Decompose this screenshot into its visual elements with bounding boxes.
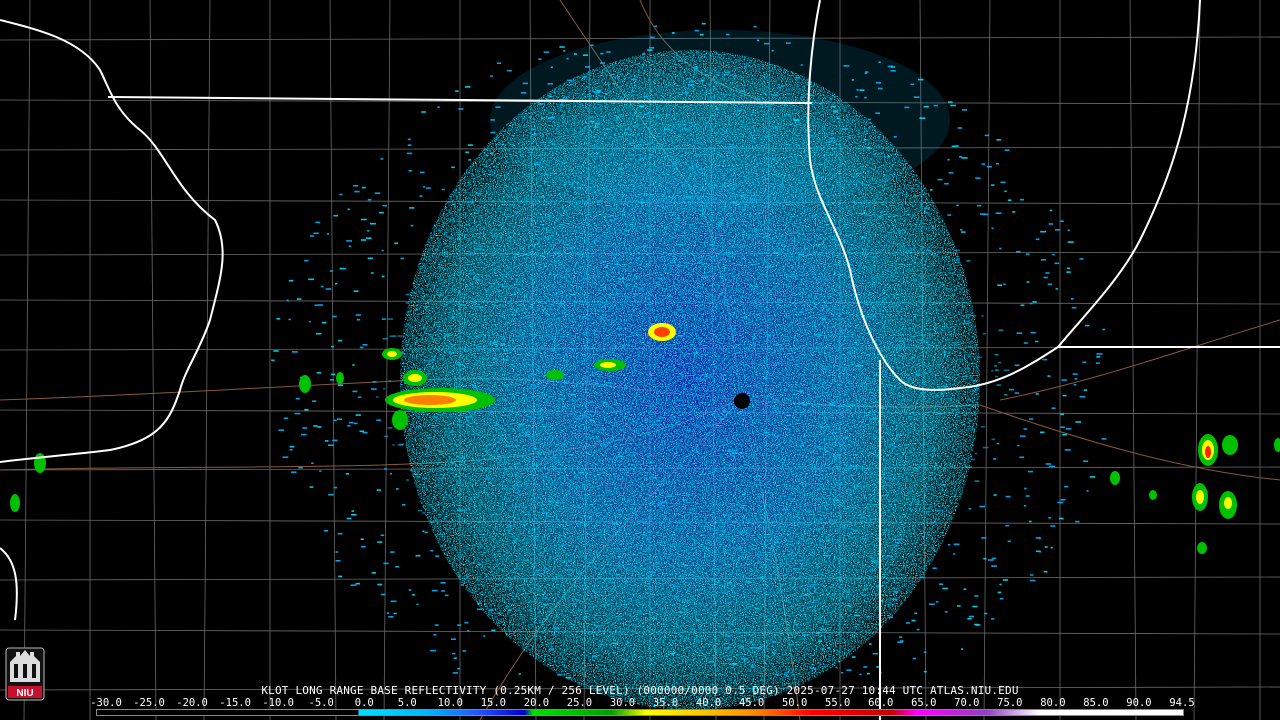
colorbar-tick-label: 80.0 bbox=[1040, 697, 1066, 709]
colorbar-tick-label: 40.0 bbox=[695, 697, 722, 709]
colorbar-tick-label: 5.0 bbox=[397, 697, 417, 709]
colorbar-tick-label: 65.0 bbox=[911, 697, 937, 709]
colorbar-labels: -30.0 -25.0 -20.0 -15.0 -10.0 -5.0 0.0 5.0 10.0 1… bbox=[90, 697, 1194, 709]
colorbar-tick-label: 20.0 bbox=[523, 697, 550, 709]
colorbar-tick-label: 85.0 bbox=[1083, 697, 1109, 709]
radar-site-cone-of-silence bbox=[734, 393, 750, 409]
colorbar-tick-label: -10.0 bbox=[262, 697, 294, 709]
colorbar-tick-label: -20.0 bbox=[176, 697, 208, 709]
colorbar-tick-label: 75.0 bbox=[997, 697, 1023, 709]
colorbar-tick-label: 25.0 bbox=[566, 697, 593, 709]
colorbar-tick-label: 0.0 bbox=[354, 697, 374, 709]
colorbar-tick-label: 94.5 bbox=[1169, 697, 1195, 709]
colorbar-tick-label: 55.0 bbox=[825, 697, 851, 709]
colorbar-tick-label: 30.0 bbox=[609, 697, 636, 709]
product-caption: KLOT LONG RANGE BASE REFLECTIVITY (0.25K… bbox=[261, 684, 1019, 697]
radar-map bbox=[0, 0, 1280, 720]
colorbar-tick-label: 50.0 bbox=[781, 697, 808, 709]
colorbar-tick-label: 15.0 bbox=[480, 697, 507, 709]
colorbar-tick-label: 35.0 bbox=[652, 697, 679, 709]
colorbar-tick-label: -15.0 bbox=[219, 697, 251, 709]
storm-north-cell bbox=[648, 323, 676, 341]
colorbar-tick-label: 10.0 bbox=[437, 697, 463, 709]
colorbar-tick-label: -5.0 bbox=[308, 697, 334, 709]
colorbar-tick-label: -25.0 bbox=[133, 697, 165, 709]
colorbar-tick-label: 45.0 bbox=[738, 697, 765, 709]
colorbar-tick-label: 60.0 bbox=[868, 697, 894, 709]
colorbar-tick-label: 70.0 bbox=[954, 697, 980, 709]
colorbar-tick-label: -30.0 bbox=[90, 697, 122, 709]
colorbar-tick-label: 90.0 bbox=[1126, 697, 1152, 709]
reflectivity-colorbar bbox=[96, 709, 1184, 716]
